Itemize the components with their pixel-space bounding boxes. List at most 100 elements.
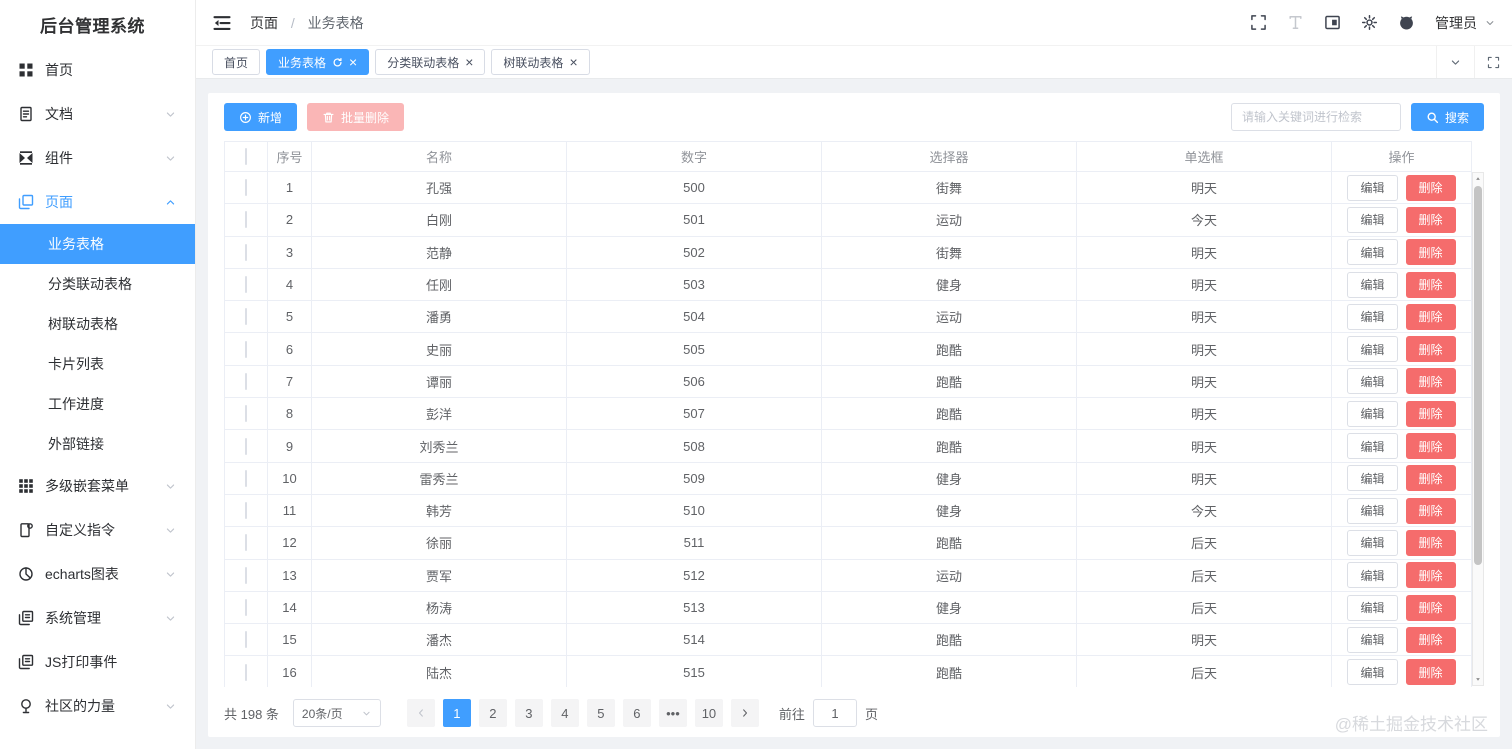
row-checkbox[interactable] (245, 631, 247, 648)
sidebar-item-home[interactable]: 首页 (0, 48, 195, 92)
pagination-ellipsis[interactable]: ••• (659, 699, 687, 727)
sidebar-subitem-tree-linked-table[interactable]: 树联动表格 (0, 304, 195, 344)
tab-close-icon[interactable]: × (465, 55, 473, 69)
pagination-page-button[interactable]: 3 (515, 699, 543, 727)
row-checkbox[interactable] (245, 244, 247, 261)
row-checkbox[interactable] (245, 534, 247, 551)
layout-icon[interactable] (1324, 14, 1341, 31)
pagination-next-button[interactable] (731, 699, 759, 727)
delete-button[interactable]: 删除 (1406, 272, 1456, 298)
delete-button[interactable]: 删除 (1406, 304, 1456, 330)
delete-button[interactable]: 删除 (1406, 239, 1456, 265)
row-checkbox[interactable] (245, 405, 247, 422)
tab-item-3[interactable]: 树联动表格× (491, 49, 589, 75)
pagination-page-button[interactable]: 1 (443, 699, 471, 727)
edit-button[interactable]: 编辑 (1347, 562, 1397, 588)
sidebar-subitem-external-link[interactable]: 外部链接 (0, 424, 195, 464)
pagination-page-button[interactable]: 5 (587, 699, 615, 727)
sidebar-item-pages[interactable]: 页面 (0, 180, 195, 224)
edit-button[interactable]: 编辑 (1347, 175, 1397, 201)
edit-button[interactable]: 编辑 (1347, 433, 1397, 459)
delete-button[interactable]: 删除 (1406, 530, 1456, 556)
delete-button[interactable]: 删除 (1406, 659, 1456, 685)
sidebar-subitem-category-linked-table[interactable]: 分类联动表格 (0, 264, 195, 304)
breadcrumb-item[interactable]: 页面 (250, 15, 278, 31)
delete-button[interactable]: 删除 (1406, 595, 1456, 621)
tab-item-1[interactable]: 业务表格× (266, 49, 369, 75)
sidebar-item-echarts[interactable]: echarts图表 (0, 552, 195, 596)
delete-button[interactable]: 删除 (1406, 336, 1456, 362)
goto-page-input[interactable] (813, 699, 857, 727)
sidebar-item-js-print[interactable]: JS打印事件 (0, 640, 195, 684)
row-checkbox[interactable] (245, 599, 247, 616)
pagination-page-button[interactable]: 6 (623, 699, 651, 727)
edit-button[interactable]: 编辑 (1347, 272, 1397, 298)
select-all-checkbox[interactable] (245, 148, 247, 165)
edit-button[interactable]: 编辑 (1347, 595, 1397, 621)
tab-home[interactable]: 首页 (212, 49, 260, 75)
edit-button[interactable]: 编辑 (1347, 401, 1397, 427)
delete-button[interactable]: 删除 (1406, 562, 1456, 588)
batch-delete-button[interactable]: 批量删除 (307, 103, 404, 131)
user-menu[interactable]: 管理员 (1435, 13, 1496, 33)
delete-button[interactable]: 删除 (1406, 175, 1456, 201)
sidebar-subitem-card-list[interactable]: 卡片列表 (0, 344, 195, 384)
github-icon[interactable] (1398, 14, 1415, 31)
row-checkbox[interactable] (245, 664, 247, 681)
tab-close-icon[interactable]: × (349, 55, 357, 69)
page-size-select[interactable]: 20条/页 (293, 699, 381, 727)
edit-button[interactable]: 编辑 (1347, 336, 1397, 362)
tabs-dropdown-button[interactable] (1436, 46, 1474, 78)
edit-button[interactable]: 编辑 (1347, 659, 1397, 685)
edit-button[interactable]: 编辑 (1347, 498, 1397, 524)
delete-button[interactable]: 删除 (1406, 465, 1456, 491)
edit-button[interactable]: 编辑 (1347, 304, 1397, 330)
add-button[interactable]: 新增 (224, 103, 297, 131)
search-input[interactable] (1231, 103, 1401, 131)
tab-close-icon[interactable]: × (569, 55, 577, 69)
font-size-icon[interactable] (1287, 14, 1304, 31)
table-scrollbar[interactable] (1472, 172, 1484, 686)
sidebar-item-custom-directive[interactable]: 自定义指令 (0, 508, 195, 552)
row-checkbox[interactable] (245, 373, 247, 390)
sidebar-item-docs[interactable]: 文档 (0, 92, 195, 136)
row-checkbox[interactable] (245, 341, 247, 358)
edit-button[interactable]: 编辑 (1347, 368, 1397, 394)
row-checkbox[interactable] (245, 211, 247, 228)
search-button[interactable]: 搜索 (1411, 103, 1484, 131)
pagination-page-button[interactable]: 4 (551, 699, 579, 727)
pagination-prev-button[interactable] (407, 699, 435, 727)
gear-icon[interactable] (1361, 14, 1378, 31)
edit-button[interactable]: 编辑 (1347, 465, 1397, 491)
menu-fold-icon[interactable] (212, 13, 232, 33)
fullscreen-icon[interactable] (1250, 14, 1267, 31)
pagination-page-button[interactable]: 10 (695, 699, 723, 727)
tabs-fullscreen-button[interactable] (1474, 46, 1512, 78)
row-checkbox[interactable] (245, 276, 247, 293)
sidebar-item-community[interactable]: 社区的力量 (0, 684, 195, 728)
sidebar-item-system-management[interactable]: 系统管理 (0, 596, 195, 640)
row-checkbox[interactable] (245, 470, 247, 487)
row-checkbox[interactable] (245, 502, 247, 519)
scrollbar-thumb[interactable] (1474, 186, 1482, 565)
edit-button[interactable]: 编辑 (1347, 627, 1397, 653)
delete-button[interactable]: 删除 (1406, 433, 1456, 459)
delete-button[interactable]: 删除 (1406, 498, 1456, 524)
edit-button[interactable]: 编辑 (1347, 239, 1397, 265)
delete-button[interactable]: 删除 (1406, 368, 1456, 394)
row-checkbox[interactable] (245, 438, 247, 455)
edit-button[interactable]: 编辑 (1347, 207, 1397, 233)
sidebar-item-nested-menu[interactable]: 多级嵌套菜单 (0, 464, 195, 508)
row-checkbox[interactable] (245, 567, 247, 584)
sidebar-item-components[interactable]: 组件 (0, 136, 195, 180)
delete-button[interactable]: 删除 (1406, 207, 1456, 233)
pagination-page-button[interactable]: 2 (479, 699, 507, 727)
edit-button[interactable]: 编辑 (1347, 530, 1397, 556)
sidebar-subitem-business-table[interactable]: 业务表格 (0, 224, 195, 264)
tab-item-2[interactable]: 分类联动表格× (375, 49, 485, 75)
delete-button[interactable]: 删除 (1406, 401, 1456, 427)
sidebar-subitem-work-progress[interactable]: 工作进度 (0, 384, 195, 424)
row-checkbox[interactable] (245, 179, 247, 196)
row-checkbox[interactable] (245, 308, 247, 325)
delete-button[interactable]: 删除 (1406, 627, 1456, 653)
